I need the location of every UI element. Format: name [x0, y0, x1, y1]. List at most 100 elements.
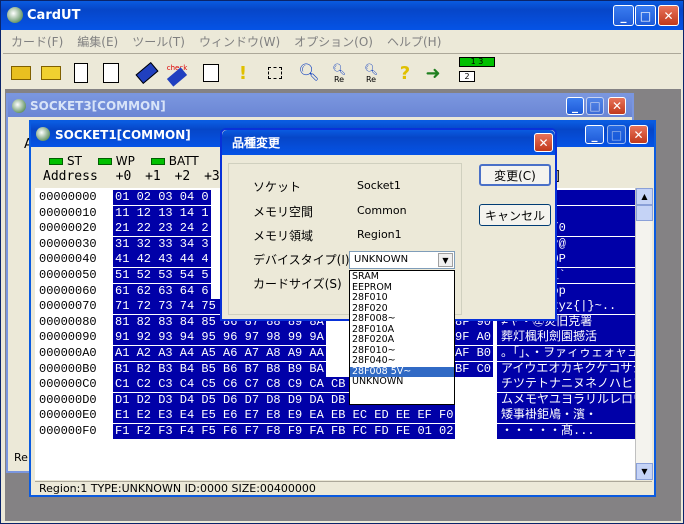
row-address: 00000060: [39, 283, 97, 298]
row-ascii[interactable]: 矮事褂鉅鳰・濱・: [497, 408, 635, 424]
offset-1: +1: [145, 169, 161, 184]
row-hex[interactable]: 11 12 13 14 1: [113, 205, 211, 221]
row-hex[interactable]: 41 42 43 44 4: [113, 252, 211, 268]
maximize-button[interactable]: □: [635, 5, 656, 26]
socket3-minimize-button[interactable]: _: [566, 97, 584, 115]
help-question-icon[interactable]: ?: [393, 61, 417, 85]
main-titlebar[interactable]: CardUT: [1, 1, 683, 30]
led-wp-label: WP: [115, 154, 135, 168]
row-hex-tail[interactable]: BF C0: [453, 361, 494, 377]
app-title: CardUT: [27, 8, 81, 23]
option-28f008[interactable]: 28F008~: [350, 313, 454, 325]
row-hex[interactable]: 91 92 93 94 95 96 97 98 99 9A: [113, 330, 326, 346]
scroll-thumb[interactable]: [636, 205, 653, 221]
menu-card[interactable]: カード(F): [11, 33, 63, 50]
socket1-minimize-button[interactable]: _: [585, 125, 604, 144]
check-card-icon[interactable]: check: [165, 61, 189, 87]
scroll-down-arrow-icon[interactable]: ▼: [636, 463, 653, 480]
folder-icon[interactable]: [39, 61, 63, 85]
option-28f020a[interactable]: 28F020A: [350, 334, 454, 346]
row-ascii[interactable]: アイウエオカキクケコサシスセソタ: [497, 361, 635, 377]
memory-region-value: Region1: [357, 228, 402, 241]
row-address: 000000F0: [39, 424, 97, 438]
menu-edit[interactable]: 編集(E): [77, 33, 118, 50]
row-address: 000000B0: [39, 361, 97, 376]
socket3-titlebar[interactable]: SOCKET3[COMMON]: [8, 95, 632, 117]
doc-pc-icon[interactable]: [69, 61, 93, 85]
status-leds: ST WP BATT: [49, 154, 199, 168]
re-label-2: Re: [365, 74, 377, 84]
led-st-label: ST: [67, 154, 82, 168]
dialog-close-button[interactable]: ✕: [534, 133, 553, 152]
status-bar: Region:1 TYPE:UNKNOWN ID:0000 SIZE:00400…: [35, 481, 652, 495]
row-hex[interactable]: F1 F2 F3 F4 F5 F6 F7 F8 F9 FA FB FC FD F…: [113, 424, 456, 439]
socket3-maximize-button[interactable]: □: [586, 97, 604, 115]
offset-2: +2: [174, 169, 191, 184]
change-button[interactable]: 変更(C): [479, 164, 551, 186]
row-hex[interactable]: A1 A2 A3 A4 A5 A6 A7 A8 A9 AA: [113, 346, 326, 361]
exit-icon[interactable]: ➜: [421, 61, 445, 85]
row-address: 00000000: [39, 190, 97, 204]
row-address: 00000050: [39, 268, 97, 282]
menu-window[interactable]: ウィンドウ(W): [199, 33, 280, 50]
device-type-select[interactable]: UNKNOWN ▼: [349, 251, 455, 269]
menu-tools[interactable]: ツール(T): [132, 33, 185, 50]
row-address: 00000090: [39, 330, 97, 345]
row-hex[interactable]: B1 B2 B3 B4 B5 B6 B7 B8 B9 BA: [113, 361, 326, 377]
socket-value: Socket1: [357, 179, 401, 192]
led-wp: [97, 158, 112, 165]
menu-divider: [3, 53, 681, 54]
row-address: 00000010: [39, 205, 97, 220]
device-type-dropdown[interactable]: SRAM EEPROM 28F010 28F020 28F008~ 28F010…: [349, 270, 455, 405]
hex-header: Address +0 +1 +2 +3 +: [43, 169, 241, 184]
row-hex[interactable]: 61 62 63 64 6: [113, 283, 211, 299]
scroll-up-arrow-icon[interactable]: ▲: [636, 188, 653, 205]
memory-region-label: メモリ領域: [253, 229, 314, 243]
row-ascii[interactable]: チツテトナニヌネノハヒフヘホマミ: [497, 377, 635, 393]
row-hex[interactable]: 31 32 33 34 3: [113, 236, 211, 252]
option-sram[interactable]: SRAM: [350, 271, 454, 283]
search-re-icon[interactable]: 🔍︎ Re: [327, 61, 351, 85]
socket1-icon: [36, 127, 50, 141]
chevron-down-icon[interactable]: ▼: [438, 253, 453, 267]
option-28f040[interactable]: 28F040~: [350, 355, 454, 367]
option-unknown[interactable]: UNKNOWN: [350, 376, 454, 388]
row-ascii[interactable]: 。「」、・ヲァィゥェォャュョッー: [497, 346, 635, 361]
main-window: CardUT _ □ ✕ カード(F) 編集(E) ツール(T) ウィンドウ(W…: [0, 0, 684, 524]
menu-bar: カード(F) 編集(E) ツール(T) ウィンドウ(W) オプション(O) ヘル…: [11, 33, 441, 50]
row-hex-tail[interactable]: 9F A0: [453, 330, 494, 346]
copy-icon[interactable]: [199, 61, 223, 85]
row-hex[interactable]: 01 02 03 04 0: [113, 190, 211, 205]
cancel-button[interactable]: キャンセル: [479, 204, 551, 226]
search-re-next-icon[interactable]: 🔍︎ Re: [359, 61, 383, 85]
exclamation-icon[interactable]: !: [231, 61, 255, 85]
row-hex[interactable]: 51 52 53 54 5: [113, 268, 211, 283]
row-ascii[interactable]: 葬灯楓利劍園撼活: [497, 330, 635, 346]
menu-help[interactable]: ヘルプ(H): [387, 33, 441, 50]
led-batt: [150, 158, 165, 165]
row-ascii[interactable]: ・・・・・髙...: [497, 424, 635, 439]
row-ascii[interactable]: ムメモヤユヨラリルレロワン゛゜.: [497, 392, 635, 408]
card-doc-icon[interactable]: [99, 61, 123, 85]
open-folder-icon[interactable]: [9, 61, 33, 85]
menu-options[interactable]: オプション(O): [294, 33, 373, 50]
vertical-scrollbar[interactable]: ▲ ▼: [635, 188, 653, 480]
row-hex[interactable]: E1 E2 E3 E4 E5 E6 E7 E8 E9 EA EB EC ED E…: [113, 408, 456, 424]
row-hex[interactable]: 21 22 23 24 2: [113, 221, 211, 237]
close-button[interactable]: ✕: [658, 5, 679, 26]
card-icon[interactable]: [135, 61, 159, 85]
transfer-icon[interactable]: [263, 61, 287, 85]
row-hex-tail[interactable]: AF B0: [453, 346, 494, 361]
card-size-label: カードサイズ(S): [253, 277, 342, 291]
option-28f010[interactable]: 28F010: [350, 292, 454, 304]
dialog-title: 品種変更: [232, 136, 281, 150]
socket1-maximize-button[interactable]: □: [607, 125, 626, 144]
minimize-button[interactable]: _: [613, 5, 634, 26]
app-icon: [7, 7, 23, 23]
socket3-close-button[interactable]: ✕: [608, 97, 626, 115]
re-label-1: Re: [333, 74, 345, 84]
dialog-titlebar[interactable]: 品種変更: [222, 130, 555, 155]
row-address: 00000080: [39, 314, 97, 329]
search-icon[interactable]: 🔍︎: [297, 61, 321, 85]
socket1-close-button[interactable]: ✕: [629, 125, 648, 144]
